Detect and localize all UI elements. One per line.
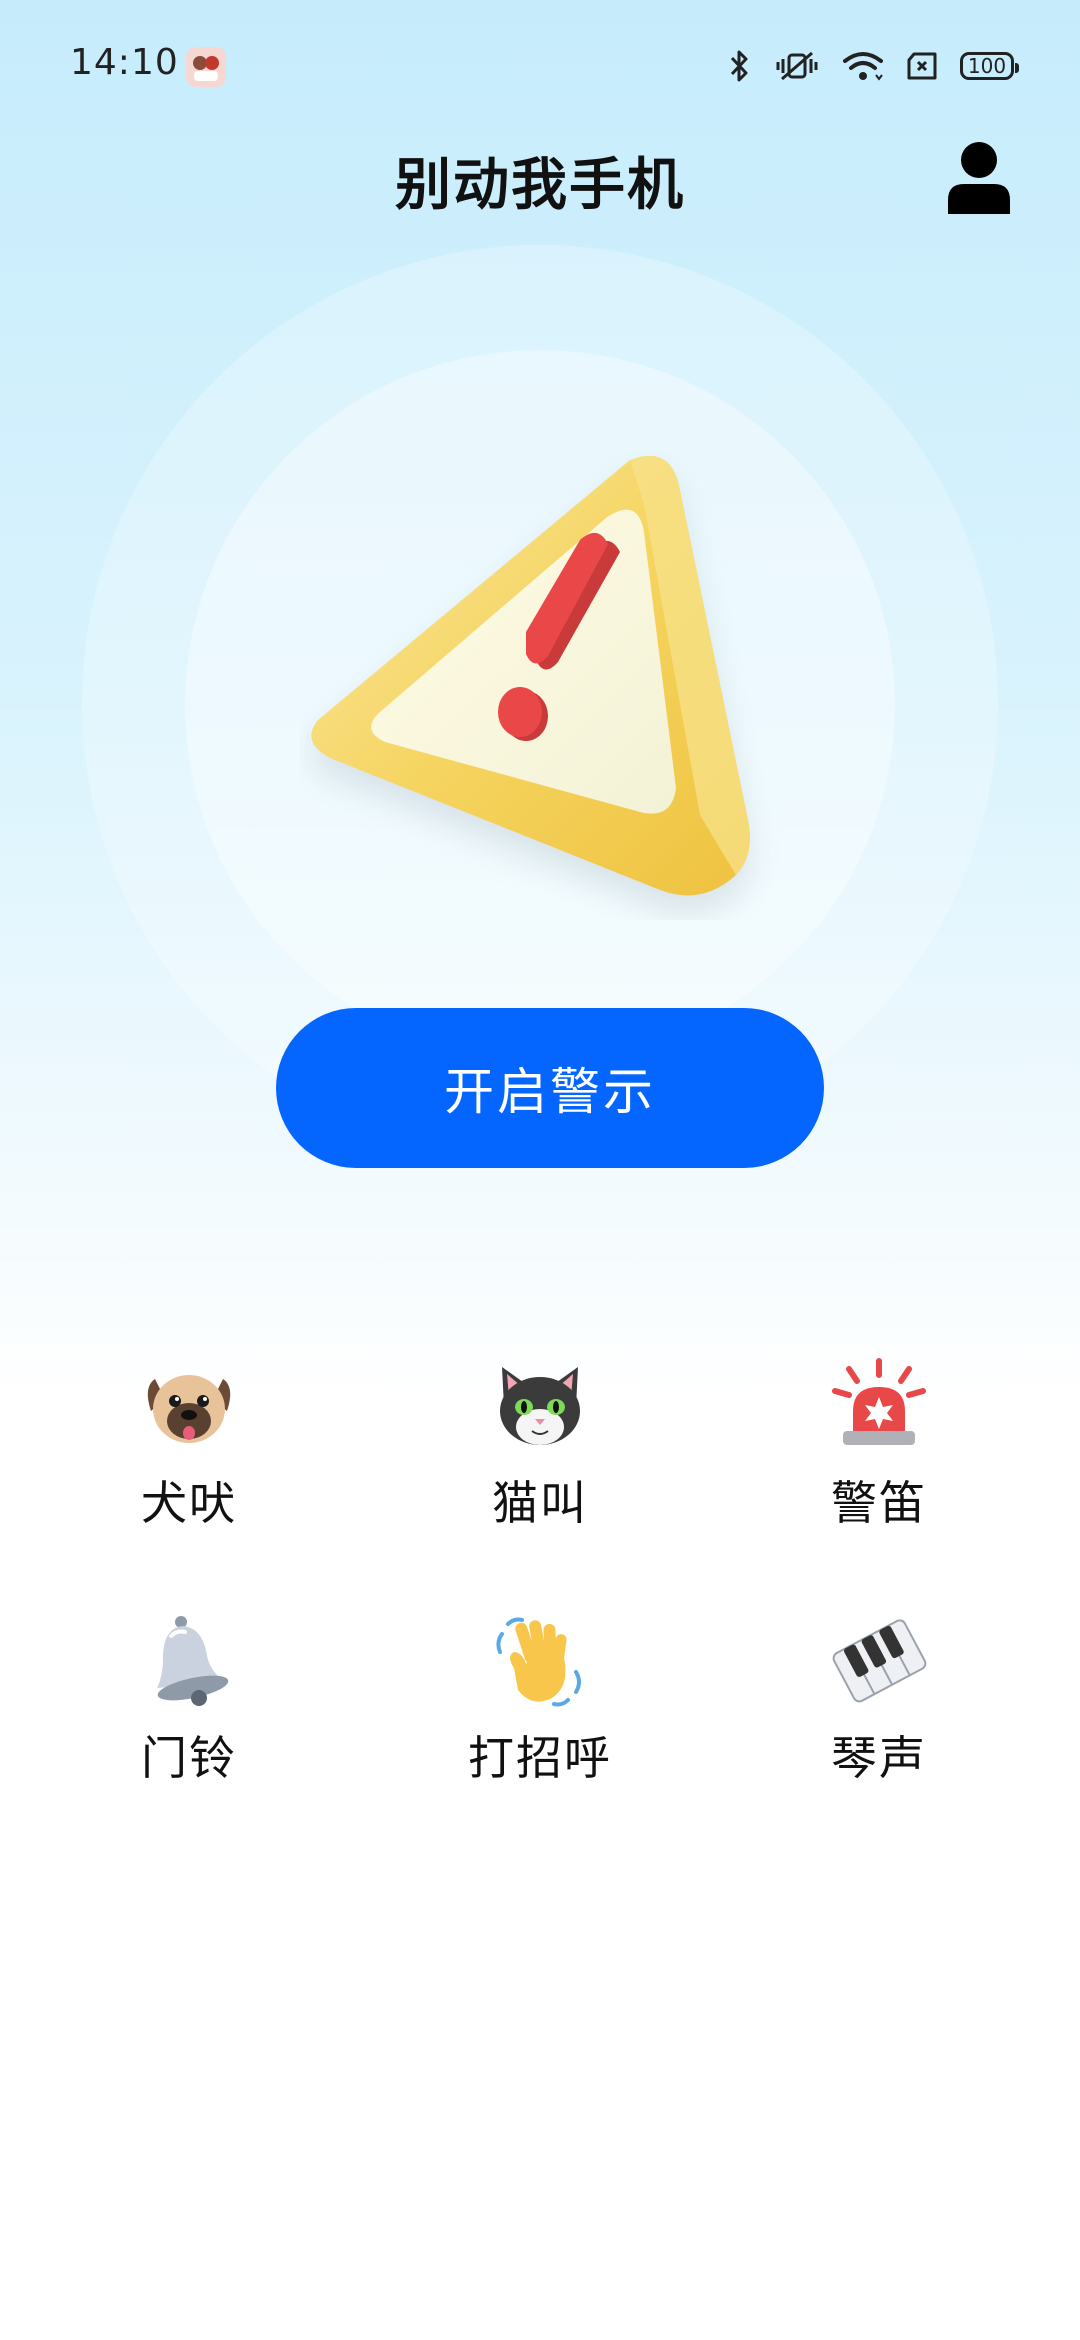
user-profile-button[interactable] [944, 140, 1014, 214]
bell-icon [139, 1610, 239, 1710]
police-siren-icon [829, 1355, 929, 1455]
battery-indicator: 100 [960, 52, 1019, 80]
sound-label-piano: 琴声 [831, 1731, 927, 1785]
pug-dog-icon [139, 1355, 239, 1455]
status-bar: 14:10 100 [0, 0, 1080, 130]
sound-option-siren[interactable]: 警笛 [729, 1355, 1029, 1545]
waving-hand-icon [490, 1610, 590, 1710]
user-icon [948, 142, 1010, 214]
no-sim-icon [906, 51, 938, 81]
piano-keys-icon [829, 1610, 929, 1710]
sound-label-greeting: 打招呼 [468, 1731, 612, 1785]
notification-avatar-icon [186, 47, 226, 87]
sound-label-doorbell: 门铃 [141, 1731, 237, 1785]
start-alert-button[interactable]: 开启警示 [276, 1008, 824, 1168]
sound-option-cat[interactable]: 猫叫 [390, 1355, 690, 1545]
sound-label-dog: 犬吠 [141, 1476, 237, 1530]
warning-illustration [300, 420, 780, 920]
sound-option-piano[interactable]: 琴声 [729, 1610, 1029, 1800]
bluetooth-icon [728, 49, 752, 83]
status-icons: 100 [728, 44, 1019, 88]
sound-label-siren: 警笛 [831, 1476, 927, 1530]
sound-label-cat: 猫叫 [492, 1476, 588, 1530]
cat-face-icon [490, 1355, 590, 1455]
sound-option-dog[interactable]: 犬吠 [39, 1355, 339, 1545]
wifi-icon [842, 49, 884, 83]
page-title: 别动我手机 [395, 153, 685, 218]
sound-option-doorbell[interactable]: 门铃 [39, 1610, 339, 1800]
vibrate-mute-icon [774, 49, 820, 83]
sound-option-greeting[interactable]: 打招呼 [390, 1610, 690, 1800]
status-time: 14:10 [70, 42, 179, 83]
